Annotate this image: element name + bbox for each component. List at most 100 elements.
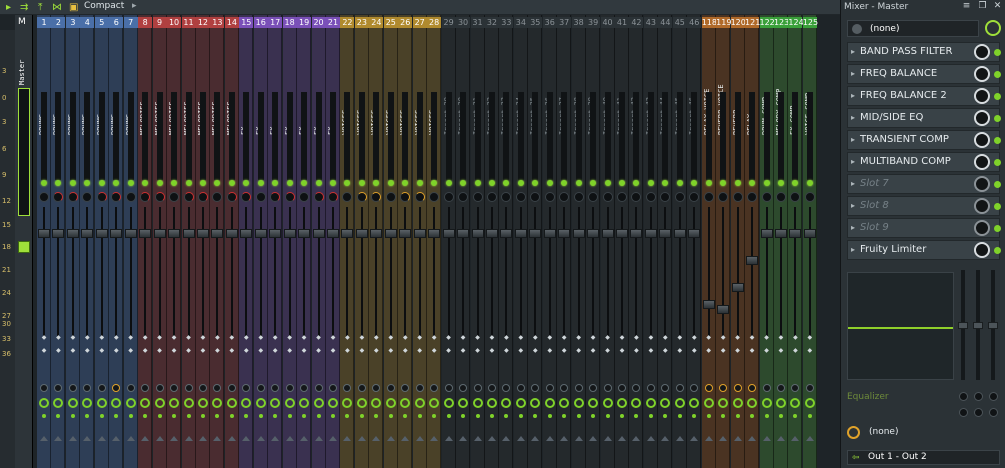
strip-enable-led[interactable] [373, 180, 380, 186]
send-arrow-icon[interactable] [213, 436, 222, 441]
output-routing-led[interactable] [128, 414, 133, 418]
input-routing-ring-icon[interactable] [573, 398, 584, 408]
strip-enable-led[interactable] [590, 180, 597, 186]
input-routing-ring-icon[interactable] [703, 398, 714, 408]
input-routing-ring-icon[interactable] [414, 398, 425, 408]
strip-number[interactable]: 40 [600, 17, 615, 28]
send-arrow-icon[interactable] [314, 436, 323, 441]
volume-fader[interactable] [196, 229, 209, 238]
route-knob[interactable] [83, 384, 92, 392]
route-knob[interactable] [40, 384, 48, 392]
volume-fader[interactable] [399, 229, 412, 238]
strip-enable-led[interactable] [286, 180, 293, 186]
volume-fader[interactable] [731, 283, 744, 292]
input-routing-ring-icon[interactable] [429, 398, 440, 408]
volume-fader[interactable] [601, 229, 614, 238]
send-arrow-icon[interactable] [603, 436, 612, 441]
output-routing-led[interactable] [764, 414, 769, 418]
volume-fader[interactable] [442, 229, 455, 238]
strip-enable-led[interactable] [171, 180, 178, 186]
input-routing-ring-icon[interactable] [689, 398, 700, 408]
volume-fader[interactable] [413, 229, 426, 238]
stereo-separation-icon[interactable]: ◆ [719, 335, 727, 341]
pan-knob[interactable] [154, 192, 165, 202]
insert-strip[interactable]: 16FX◆◆ [253, 15, 268, 468]
route-knob[interactable] [487, 384, 496, 392]
swap-channels-icon[interactable]: ◆ [618, 348, 626, 354]
route-knob[interactable] [560, 384, 569, 392]
stereo-separation-icon[interactable]: ◆ [358, 335, 366, 341]
swap-channels-icon[interactable]: ◆ [589, 348, 597, 354]
send-arrow-icon[interactable] [242, 436, 251, 441]
strip-enable-led[interactable] [517, 180, 524, 186]
effect-slot[interactable]: ▸ TRANSIENT COMP [847, 130, 1001, 150]
effect-slot-label[interactable]: Slot 8 [860, 200, 889, 211]
strip-number[interactable]: 10 [167, 17, 182, 28]
insert-strip[interactable]: 42Insert 42◆◆ [629, 15, 644, 468]
input-routing-ring-icon[interactable] [197, 398, 208, 408]
strip-number[interactable]: 6 [109, 17, 124, 28]
stereo-separation-icon[interactable]: ◆ [83, 335, 91, 341]
insert-strip[interactable]: 121DELAY◆◆ [745, 15, 760, 468]
pan-knob[interactable] [588, 192, 599, 202]
output-routing-led[interactable] [56, 414, 61, 418]
output-routing-led[interactable] [620, 414, 624, 418]
slot-menu-arrow-icon[interactable]: ▸ [851, 245, 855, 254]
volume-fader[interactable] [384, 229, 397, 238]
master-strip[interactable]: M Master [15, 15, 33, 468]
strip-number[interactable]: 3 [65, 17, 80, 28]
swap-channels-icon[interactable]: ◆ [315, 348, 323, 354]
output-routing-led[interactable] [42, 414, 46, 418]
route-knob[interactable] [357, 384, 366, 392]
mixer-arrows-icon[interactable]: ⇉ [20, 2, 28, 13]
strip-enable-led[interactable] [676, 180, 683, 186]
volume-fader[interactable] [110, 229, 123, 238]
insert-strip[interactable]: 34Insert 34◆◆ [513, 15, 528, 468]
strip-number[interactable]: 46 [687, 17, 702, 28]
output-routing-led[interactable] [547, 414, 552, 418]
insert-strip[interactable]: 14MELODIES◆◆ [224, 15, 239, 468]
send-arrow-icon[interactable] [184, 436, 193, 441]
pan-knob[interactable] [602, 192, 613, 202]
volume-fader[interactable] [688, 229, 701, 238]
send-knob-icon[interactable] [847, 426, 860, 439]
volume-fader[interactable] [312, 229, 325, 238]
strip-number[interactable]: 42 [629, 17, 644, 28]
swap-channels-icon[interactable]: ◆ [242, 348, 250, 354]
strip-number[interactable]: 8 [138, 17, 153, 28]
pan-knob[interactable] [67, 192, 78, 202]
stereo-separation-icon[interactable]: ◆ [300, 335, 308, 341]
stereo-separation-icon[interactable]: ◆ [98, 335, 106, 341]
swap-channels-icon[interactable]: ◆ [127, 348, 135, 354]
input-routing-ring-icon[interactable] [747, 398, 758, 408]
swap-channels-icon[interactable]: ◆ [141, 348, 149, 354]
strip-enable-led[interactable] [561, 180, 568, 186]
pan-knob[interactable] [429, 192, 440, 202]
swap-channels-icon[interactable]: ◆ [560, 348, 568, 354]
pan-knob[interactable] [284, 192, 295, 202]
swap-channels-icon[interactable]: ◆ [632, 348, 640, 354]
insert-strip[interactable]: 22VOICES◆◆ [340, 15, 355, 468]
input-routing-ring-icon[interactable] [559, 398, 570, 408]
pan-knob[interactable] [39, 192, 49, 202]
insert-strip[interactable]: 40Insert 40◆◆ [600, 15, 615, 468]
send-arrow-icon[interactable] [748, 436, 757, 441]
strip-enable-led[interactable] [720, 180, 727, 186]
swap-channels-icon[interactable]: ◆ [546, 348, 554, 354]
strip-enable-led[interactable] [575, 180, 582, 186]
send-arrow-icon[interactable] [112, 436, 121, 441]
effect-slot-label[interactable]: BAND PASS FILTER [860, 46, 952, 57]
volume-fader[interactable] [225, 229, 238, 238]
route-knob[interactable] [372, 384, 381, 392]
pan-knob[interactable] [197, 192, 208, 202]
strip-enable-led[interactable] [647, 180, 654, 186]
strip-enable-led[interactable] [705, 180, 712, 186]
insert-strip[interactable]: 3DRUMS◆◆ [65, 15, 80, 468]
view-mode-arrow-icon[interactable]: ▸ [132, 1, 137, 11]
strip-number[interactable]: 124 [788, 17, 804, 28]
slot-enable-led[interactable] [994, 181, 1001, 188]
route-knob[interactable] [589, 384, 598, 392]
slot-mix-knob[interactable] [974, 242, 990, 258]
stereo-separation-icon[interactable]: ◆ [575, 335, 583, 341]
output-routing-led[interactable] [143, 414, 148, 418]
